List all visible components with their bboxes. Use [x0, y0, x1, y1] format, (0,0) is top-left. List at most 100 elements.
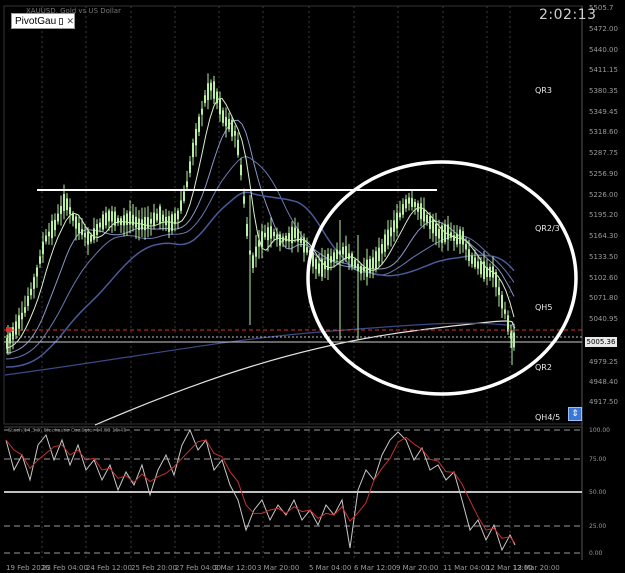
date-label: 2 Mar 12:00 [214, 564, 256, 572]
candle-body [480, 261, 482, 275]
candle-body [444, 224, 446, 242]
candle-body [114, 211, 116, 226]
candle-body [93, 228, 95, 240]
candle-body [465, 243, 467, 250]
candle-body [252, 255, 254, 269]
candle-body [462, 231, 464, 245]
date-label: 24 Feb 12:00 [86, 564, 132, 572]
candle-body [141, 219, 143, 230]
candle-body [87, 231, 89, 245]
price-label: 5440.00 [589, 46, 618, 54]
tab-label: PivotGau [15, 15, 57, 27]
candle-body [366, 259, 368, 277]
oscillator-title: Stoch(14,3,3) Stochastic Oscillator 14.5… [8, 428, 126, 434]
candle-body [12, 327, 14, 340]
candle-body [69, 207, 71, 215]
candle-body [342, 246, 344, 255]
candle-body [207, 83, 209, 101]
candle-body [57, 213, 59, 222]
candle-body [504, 309, 506, 314]
candle-body [204, 95, 206, 104]
candle-body [132, 214, 134, 226]
candle-body [153, 212, 155, 226]
date-label: 25 Feb 20:00 [131, 564, 177, 572]
candle-body [447, 224, 449, 240]
candle-body [387, 229, 389, 246]
candle-body [216, 91, 218, 104]
pivot-label: QH4/5 [535, 413, 560, 422]
candle-body [174, 213, 176, 225]
candle-body [318, 263, 320, 274]
candle-body [408, 197, 410, 204]
candle-body [354, 259, 356, 268]
candle-body [222, 110, 224, 123]
candle-body [162, 214, 164, 222]
candle-body [507, 315, 509, 332]
candle-body [270, 226, 272, 239]
candle-body [156, 213, 158, 221]
candle-body [213, 81, 215, 99]
price-label: 5349.45 [589, 108, 618, 116]
candle-body [336, 249, 338, 260]
candle-body [42, 241, 44, 255]
candle-body [285, 235, 287, 242]
candle-body [144, 216, 146, 231]
candle-body [30, 288, 32, 296]
price-label: 5318.60 [589, 128, 618, 136]
candle-body [390, 227, 392, 237]
candle-body [267, 227, 269, 241]
candle-body [183, 191, 185, 202]
pivot-label: QR3 [535, 86, 552, 95]
candle-body [60, 206, 62, 214]
candle-body [282, 236, 284, 242]
candle-body [123, 215, 125, 226]
candle-body [240, 164, 242, 176]
period-separators [41, 6, 511, 560]
candle-body [201, 108, 203, 115]
candle-body [84, 232, 86, 238]
price-panel-frame [3, 5, 583, 425]
candle-body [66, 198, 68, 211]
candle-body [456, 233, 458, 245]
oscillator-level-label: 25.00 [589, 523, 606, 530]
candle-body [129, 211, 131, 225]
candle-body [489, 266, 491, 278]
price-label: 5195.20 [589, 211, 618, 219]
price-label: 5380.35 [589, 87, 618, 95]
date-label: 6 Mar 12:00 [354, 564, 396, 572]
candle-body [432, 219, 434, 234]
date-axis-labels: 19 Feb 202623 Feb 04:0024 Feb 12:00 25 Fe… [6, 564, 560, 572]
highlight-circle [306, 160, 578, 396]
date-label: 3 Mar 20:00 [257, 564, 299, 572]
candles [6, 73, 515, 365]
candle-body [291, 226, 293, 244]
date-label: 5 Mar 04:00 [309, 564, 351, 572]
price-label: 4979.25 [589, 358, 618, 366]
ma-slow-line [4, 322, 516, 376]
candle-body [27, 296, 29, 306]
candle-body [246, 223, 248, 237]
stoch-main-line [5, 428, 516, 552]
candle-body [492, 266, 494, 278]
price-label: 5102.60 [589, 274, 618, 282]
candle-body [330, 256, 332, 263]
candle-body [348, 253, 350, 260]
navigation-icon[interactable]: ⇕ [568, 407, 582, 421]
candle-body [375, 251, 377, 269]
candle-body [495, 272, 497, 288]
candle-body [297, 228, 299, 242]
candle-body [117, 218, 119, 224]
candle-body [126, 213, 128, 225]
candle-body [405, 199, 407, 209]
candle-body [486, 267, 488, 277]
candle-body [435, 223, 437, 237]
candle-body [438, 228, 440, 239]
pivot-indicator-tab[interactable]: PivotGau ✕ [11, 13, 75, 29]
candle-body [402, 204, 404, 215]
candle-body [441, 225, 443, 244]
main-chart[interactable]: 5505.75472.005440.005411.155380.355349.4… [0, 0, 625, 573]
candle-body [105, 212, 107, 226]
candle-body [150, 218, 152, 224]
close-icon[interactable]: ✕ [66, 16, 74, 27]
candle-body [99, 222, 101, 228]
